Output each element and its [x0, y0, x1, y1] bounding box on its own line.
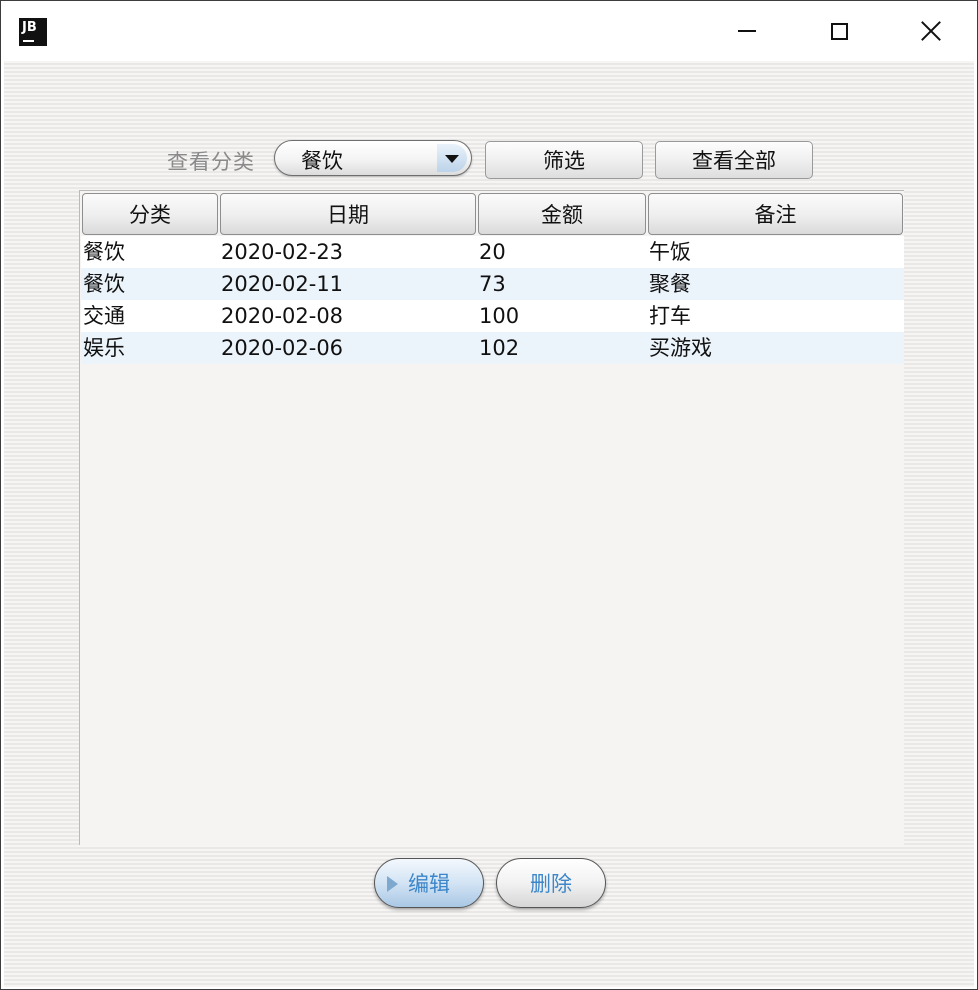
view-all-button[interactable]: 查看全部	[655, 141, 813, 179]
category-filter-label: 查看分类	[167, 150, 255, 174]
edit-button[interactable]: 编辑	[374, 858, 484, 908]
table-row[interactable]: 餐饮 2020-02-11 73 聚餐	[81, 268, 904, 300]
cell-date: 2020-02-11	[221, 272, 344, 296]
cell-category: 娱乐	[83, 336, 125, 360]
cell-category: 餐饮	[83, 240, 125, 264]
category-select[interactable]: 餐饮	[274, 140, 472, 176]
main-window: JB 查看分类 餐饮 筛选 查看全部 分类 日期 金额 备注 餐饮 2020-0…	[0, 0, 978, 990]
delete-button-label: 删除	[530, 872, 572, 896]
app-logo-icon: JB	[19, 18, 47, 46]
app-logo-text: JB	[22, 20, 37, 35]
cell-note: 买游戏	[649, 336, 712, 360]
records-table: 分类 日期 金额 备注 餐饮 2020-02-23 20 午饭 餐饮 2020-…	[79, 190, 904, 845]
column-header-category[interactable]: 分类	[82, 193, 218, 235]
cell-amount: 73	[479, 272, 506, 296]
cell-category: 餐饮	[83, 272, 125, 296]
play-icon	[387, 876, 398, 892]
cell-date: 2020-02-08	[221, 304, 344, 328]
cell-amount: 100	[479, 304, 520, 328]
close-icon	[920, 20, 942, 42]
app-logo-bar	[23, 40, 34, 42]
cell-category: 交通	[83, 304, 125, 328]
cell-note: 午饭	[649, 240, 691, 264]
minimize-button[interactable]	[701, 1, 793, 61]
column-header-date[interactable]: 日期	[220, 193, 476, 235]
maximize-button[interactable]	[793, 1, 885, 61]
delete-button[interactable]: 删除	[496, 858, 606, 908]
category-select-value: 餐饮	[301, 149, 343, 173]
maximize-icon	[830, 22, 848, 40]
cell-date: 2020-02-23	[221, 240, 344, 264]
column-header-amount[interactable]: 金额	[478, 193, 646, 235]
table-row[interactable]: 娱乐 2020-02-06 102 买游戏	[81, 332, 904, 364]
cell-date: 2020-02-06	[221, 336, 344, 360]
filter-button[interactable]: 筛选	[485, 141, 643, 179]
category-select-toggle[interactable]	[437, 144, 467, 172]
cell-note: 聚餐	[649, 272, 691, 296]
title-bar: JB	[1, 1, 977, 61]
table-row[interactable]: 餐饮 2020-02-23 20 午饭	[81, 236, 904, 268]
cell-note: 打车	[649, 304, 691, 328]
column-header-note[interactable]: 备注	[648, 193, 903, 235]
chevron-down-icon	[445, 155, 459, 163]
cell-amount: 102	[479, 336, 520, 360]
table-row[interactable]: 交通 2020-02-08 100 打车	[81, 300, 904, 332]
edit-button-label: 编辑	[408, 872, 450, 896]
minimize-icon	[738, 30, 756, 32]
cell-amount: 20	[479, 240, 506, 264]
close-button[interactable]	[885, 1, 977, 61]
